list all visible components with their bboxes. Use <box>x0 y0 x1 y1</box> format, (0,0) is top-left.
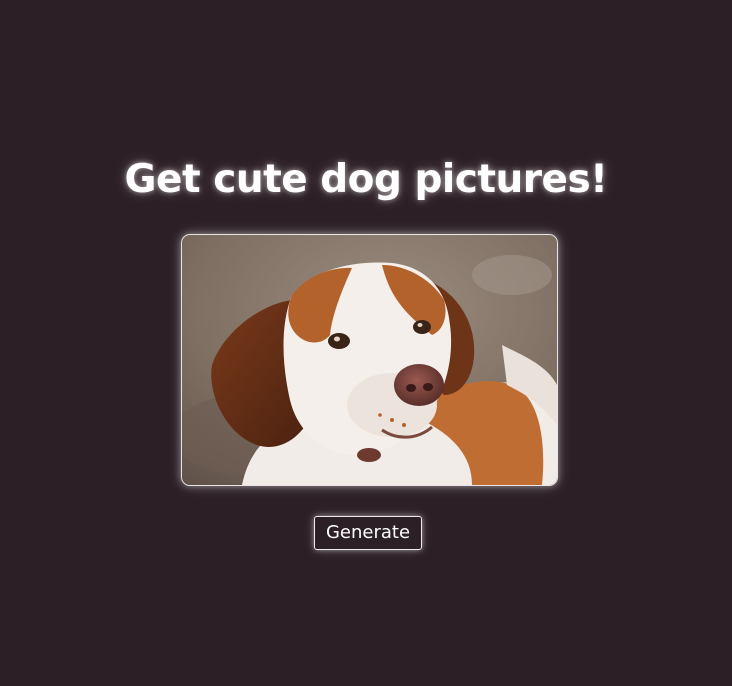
page: Get cute dog pictures! Generate <box>0 0 732 686</box>
page-title: Get cute dog pictures! <box>124 157 608 202</box>
generate-button[interactable]: Generate <box>314 516 422 550</box>
dog-photo <box>181 234 558 486</box>
dog-photo-icon <box>182 235 557 485</box>
